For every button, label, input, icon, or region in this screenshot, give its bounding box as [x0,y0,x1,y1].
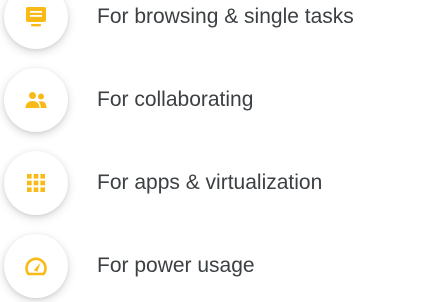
apps-grid-icon [27,174,45,192]
icon-badge [4,0,68,49]
icon-badge [4,151,68,215]
item-label: For apps & virtualization [97,171,323,194]
list-item-browsing: For browsing & single tasks [0,0,424,55]
icon-badge [4,68,68,132]
icon-badge [4,234,68,298]
speedometer-icon [25,257,47,276]
list-item-apps: For apps & virtualization [0,151,424,221]
list-item-power: For power usage [0,234,424,302]
item-label: For collaborating [97,88,254,111]
use-case-list: For browsing & single tasks For collabor… [0,0,424,302]
item-label: For browsing & single tasks [97,5,354,28]
people-icon [25,92,47,108]
monitor-icon [26,7,46,27]
list-item-collaborating: For collaborating [0,68,424,138]
item-label: For power usage [97,254,255,277]
